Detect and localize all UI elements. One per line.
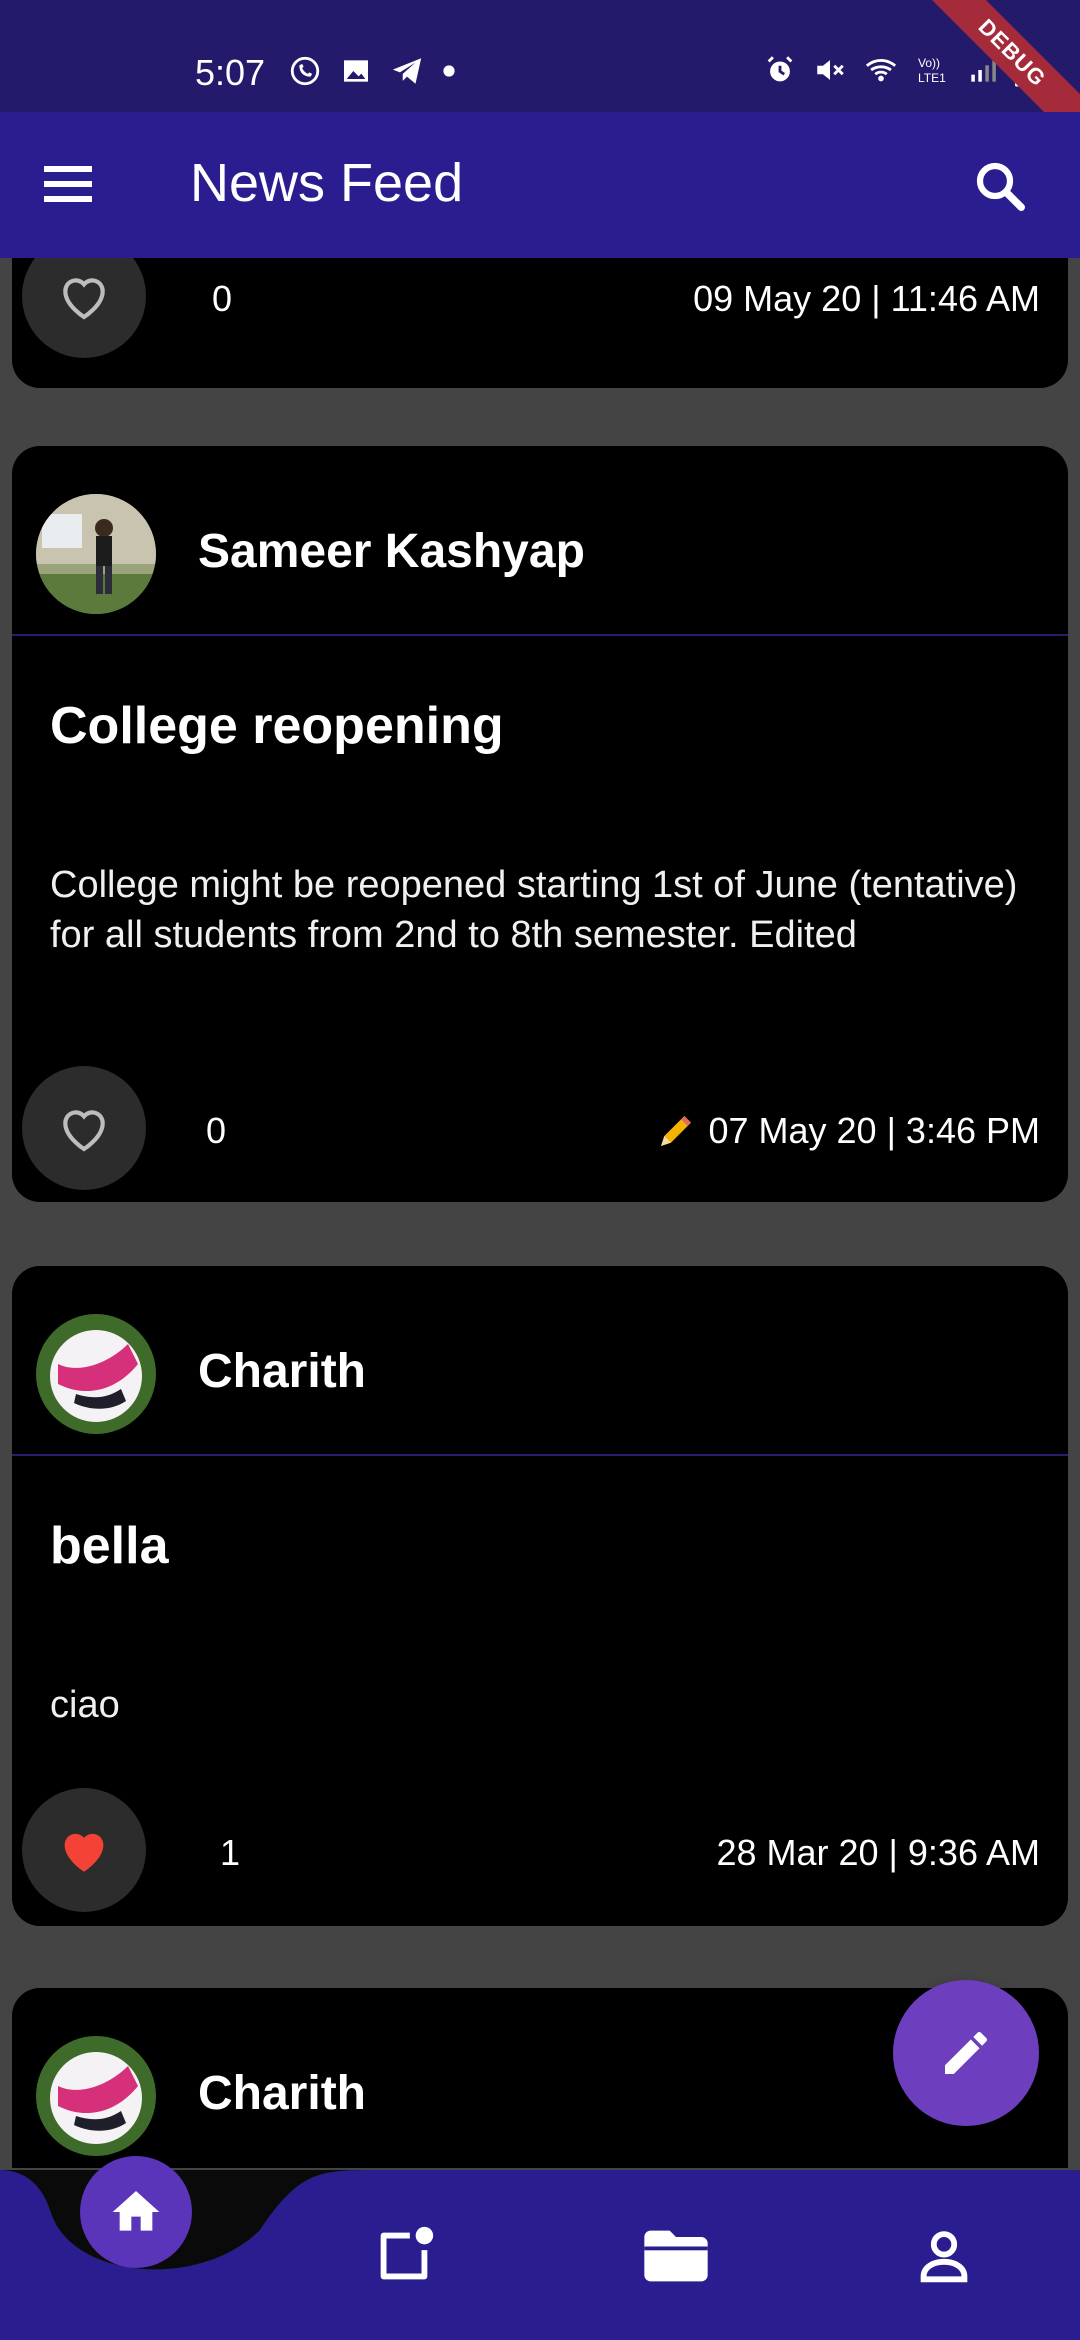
folder-icon xyxy=(644,2230,708,2282)
nav-home[interactable] xyxy=(80,2156,192,2268)
avatar-photo xyxy=(36,2036,156,2156)
heart-outline-icon xyxy=(63,278,105,320)
nav-notifications[interactable] xyxy=(364,2216,444,2296)
screen: 5:07 Vo)) LTE1 DEBUG News Feed 0 09 May … xyxy=(0,0,1080,2340)
svg-text:Vo)): Vo)) xyxy=(918,56,940,70)
menu-icon[interactable] xyxy=(44,160,104,210)
like-count: 1 xyxy=(220,1832,241,1873)
post-card: 0 09 May 20 | 11:46 AM xyxy=(12,258,1068,388)
post-timestamp-group: 07 May 20 | 3:46 PM xyxy=(656,1110,1040,1152)
post-body: ciao xyxy=(50,1684,120,1726)
compose-post-fab[interactable] xyxy=(893,1980,1039,2126)
heart-filled-icon xyxy=(64,1833,104,1872)
avatar-photo xyxy=(36,1314,156,1434)
profile-icon xyxy=(920,2231,968,2283)
svg-text:LTE1: LTE1 xyxy=(918,71,946,85)
edit-icon xyxy=(945,2031,988,2074)
like-count: 0 xyxy=(212,278,233,319)
post-timestamp: 07 May 20 | 3:46 PM xyxy=(708,1110,1040,1151)
news-feed[interactable]: 0 09 May 20 | 11:46 AM Sameer Kashyap Co… xyxy=(0,258,1080,2168)
post-title: bella xyxy=(50,1517,169,1575)
post-card[interactable]: Sameer Kashyap College reopening College… xyxy=(12,446,1068,1202)
status-time: 5:07 xyxy=(195,52,266,93)
post-title: College reopening xyxy=(50,697,504,755)
post-body: College might be reopened starting 1st o… xyxy=(50,864,1018,956)
like-count: 0 xyxy=(206,1110,227,1151)
page-title: News Feed xyxy=(190,153,464,213)
post-card[interactable]: Charith bella ciao 1 28 Mar 20 | 9:36 AM xyxy=(12,1266,1068,1926)
avatar-photo xyxy=(36,494,156,614)
like-button[interactable] xyxy=(22,1788,146,1912)
post-timestamp: 28 Mar 20 | 9:36 AM xyxy=(716,1832,1040,1873)
gallery-icon xyxy=(344,60,368,82)
heart-outline-icon xyxy=(63,1110,105,1152)
avatar[interactable] xyxy=(36,1314,156,1434)
mute-icon xyxy=(817,60,844,80)
volte-lte-icon: Vo))LTE1 xyxy=(918,56,946,85)
dot-icon xyxy=(443,65,455,77)
app-bar: News Feed xyxy=(0,112,1080,258)
like-button[interactable] xyxy=(22,258,146,358)
search-icon[interactable] xyxy=(970,156,1030,216)
avatar[interactable] xyxy=(36,2036,156,2156)
author-name: Charith xyxy=(198,2067,366,2120)
status-bar: 5:07 Vo)) LTE1 DEBUG xyxy=(0,0,1080,159)
post-header: Sameer Kashyap xyxy=(12,446,1068,636)
home-icon xyxy=(112,2191,160,2231)
alarm-icon xyxy=(767,56,793,82)
like-button[interactable] xyxy=(22,1066,146,1190)
post-timestamp: 09 May 20 | 11:46 AM xyxy=(693,278,1040,319)
nav-profile[interactable] xyxy=(904,2216,984,2296)
nav-files[interactable] xyxy=(636,2216,716,2296)
bottom-navigation xyxy=(0,2140,1080,2340)
telegram-icon xyxy=(392,58,422,84)
notification-post-icon xyxy=(380,2226,434,2280)
wifi-icon xyxy=(865,59,897,82)
author-name: Sameer Kashyap xyxy=(198,525,585,578)
pencil-edited-icon xyxy=(661,1116,692,1146)
post-header: Charith xyxy=(12,1266,1068,1456)
author-name: Charith xyxy=(198,1345,366,1398)
status-left-icons xyxy=(288,54,456,88)
whatsapp-icon xyxy=(290,56,320,86)
avatar[interactable] xyxy=(36,494,156,614)
